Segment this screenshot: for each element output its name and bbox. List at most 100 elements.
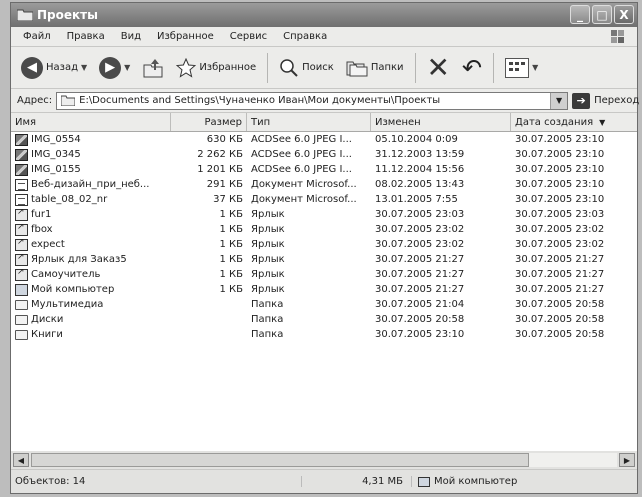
- table-row[interactable]: IMG_0345 2 262 КБ ACDSee 6.0 JPEG I... 31.1…: [11, 147, 637, 162]
- folders-label: Папки: [370, 62, 404, 73]
- maximize-button[interactable]: □: [592, 5, 612, 24]
- delete-x-icon: ✕: [426, 50, 451, 84]
- status-object-count: Объектов: 14: [15, 476, 86, 487]
- file-size: 37 КБ: [213, 194, 243, 205]
- table-row[interactable]: IMG_0155 1 201 КБ ACDSee 6.0 JPEG I... 11.1…: [11, 162, 637, 177]
- file-name-cell[interactable]: IMG_0155: [11, 163, 171, 176]
- favorites-button[interactable]: Избранное: [172, 56, 260, 80]
- table-row[interactable]: Веб-дизайн_при_неб... 291 КБ Документ Micr…: [11, 177, 637, 192]
- title-bar[interactable]: Проекты _ □ X: [11, 3, 637, 27]
- views-button[interactable]: ▼: [501, 56, 542, 80]
- file-modified: 13.01.2005 7:55: [375, 194, 458, 205]
- file-name-cell[interactable]: fur1: [11, 208, 171, 221]
- file-name-cell[interactable]: Веб-дизайн_при_неб...: [11, 178, 171, 191]
- scroll-right-icon[interactable]: ▶: [619, 453, 635, 467]
- menu-help[interactable]: Справка: [275, 31, 335, 42]
- file-modified: 05.10.2004 0:09: [375, 134, 458, 145]
- table-row[interactable]: Книги Папка 30.07.2005 23:10 30.07.2005 20:…: [11, 327, 637, 342]
- file-name-cell[interactable]: Книги: [11, 329, 171, 340]
- chevron-down-icon[interactable]: ▼: [532, 63, 538, 72]
- file-type: Ярлык: [251, 224, 285, 235]
- file-created: 30.07.2005 20:58: [515, 299, 605, 310]
- menu-edit[interactable]: Правка: [59, 31, 113, 42]
- file-name-cell[interactable]: Самоучитель: [11, 268, 171, 281]
- window-title: Проекты: [37, 8, 98, 22]
- menu-file[interactable]: Файл: [15, 31, 59, 42]
- scroll-track[interactable]: [31, 453, 617, 467]
- address-input[interactable]: E:\Documents and Settings\Чуначенко Иван…: [56, 91, 569, 110]
- table-row[interactable]: Мой компьютер 1 КБ Ярлык 30.07.2005 21:27 30…: [11, 282, 637, 297]
- file-name-cell[interactable]: Ярлык для Заказ5: [11, 253, 171, 266]
- folders-button[interactable]: Папки: [342, 57, 408, 79]
- file-modified: 30.07.2005 21:27: [375, 254, 465, 265]
- search-button[interactable]: Поиск: [275, 56, 338, 80]
- back-label: Назад: [46, 62, 79, 73]
- file-created: 30.07.2005 23:10: [515, 164, 605, 175]
- file-modified: 30.07.2005 23:03: [375, 209, 465, 220]
- file-type: Ярлык: [251, 239, 285, 250]
- horizontal-scrollbar[interactable]: ◀ ▶: [11, 451, 637, 469]
- file-name-cell[interactable]: expect: [11, 238, 171, 251]
- file-size: 1 201 КБ: [197, 164, 243, 175]
- file-name: Веб-дизайн_при_неб...: [31, 179, 150, 190]
- file-type: Папка: [251, 299, 284, 310]
- back-button[interactable]: ◀ Назад ▼: [17, 55, 91, 81]
- menu-tools[interactable]: Сервис: [222, 31, 275, 42]
- file-type: Документ Microsof...: [251, 179, 357, 190]
- chevron-down-icon[interactable]: ▼: [81, 63, 87, 72]
- file-name-cell[interactable]: IMG_0345: [11, 148, 171, 161]
- file-name-cell[interactable]: Диски: [11, 314, 171, 325]
- favorites-label: Избранное: [199, 62, 257, 73]
- scroll-left-icon[interactable]: ◀: [13, 453, 29, 467]
- table-row[interactable]: table_08_02_nr 37 КБ Документ Microsof... 1…: [11, 192, 637, 207]
- file-name: Самоучитель: [31, 269, 101, 280]
- file-name-cell[interactable]: IMG_0554: [11, 133, 171, 146]
- table-row[interactable]: Диски Папка 30.07.2005 20:58 30.07.2005 20:…: [11, 312, 637, 327]
- file-modified: 30.07.2005 23:02: [375, 239, 465, 250]
- file-name-cell[interactable]: fbox: [11, 223, 171, 236]
- file-name-cell[interactable]: Мой компьютер: [11, 283, 171, 296]
- go-label: Переход: [594, 95, 640, 106]
- table-row[interactable]: expect 1 КБ Ярлык 30.07.2005 23:02 30.07.200…: [11, 237, 637, 252]
- file-type: Ярлык: [251, 269, 285, 280]
- column-header-type[interactable]: Тип: [247, 113, 371, 131]
- address-path: E:\Documents and Settings\Чуначенко Иван…: [79, 95, 441, 106]
- file-name: Книги: [31, 329, 63, 340]
- file-name: Мультимедиа: [31, 299, 104, 310]
- chevron-down-icon[interactable]: ▼: [124, 63, 130, 72]
- chevron-down-icon[interactable]: ▼: [550, 92, 568, 109]
- forward-button[interactable]: ▶ ▼: [95, 55, 134, 81]
- file-type: Ярлык: [251, 209, 285, 220]
- column-header-size[interactable]: Размер: [171, 113, 247, 131]
- table-row[interactable]: IMG_0554 630 КБ ACDSee 6.0 JPEG I... 05.10.…: [11, 132, 637, 147]
- close-button[interactable]: X: [614, 5, 634, 24]
- file-created: 30.07.2005 20:58: [515, 329, 605, 340]
- menu-favorites[interactable]: Избранное: [149, 31, 222, 42]
- file-modified: 30.07.2005 23:02: [375, 224, 465, 235]
- column-header-modified[interactable]: Изменен: [371, 113, 511, 131]
- folder-icon: [15, 314, 28, 325]
- scroll-thumb[interactable]: [31, 453, 530, 467]
- menu-view[interactable]: Вид: [113, 31, 149, 42]
- toolbar-separator: [267, 52, 269, 83]
- file-created: 30.07.2005 23:02: [515, 224, 605, 235]
- created-header-label: Дата создания: [515, 116, 594, 128]
- file-name: IMG_0155: [31, 164, 81, 175]
- file-name-cell[interactable]: Мультимедиа: [11, 299, 171, 310]
- folder-icon: [61, 95, 76, 106]
- minimize-button[interactable]: _: [570, 5, 590, 24]
- list-header: Имя Размер Тип Изменен Дата создания ▼: [11, 113, 637, 132]
- delete-button[interactable]: ✕: [423, 52, 454, 84]
- table-row[interactable]: fbox 1 КБ Ярлык 30.07.2005 23:02 30.07.2005 …: [11, 222, 637, 237]
- column-header-created[interactable]: Дата создания ▼: [511, 113, 637, 131]
- table-row[interactable]: fur1 1 КБ Ярлык 30.07.2005 23:03 30.07.2005 …: [11, 207, 637, 222]
- undo-button[interactable]: ↶: [458, 52, 486, 84]
- column-header-name[interactable]: Имя: [11, 113, 171, 131]
- table-row[interactable]: Мультимедиа Папка 30.07.2005 21:04 30.07.20…: [11, 297, 637, 312]
- table-row[interactable]: Самоучитель 1 КБ Ярлык 30.07.2005 21:27 30.0…: [11, 267, 637, 282]
- table-row[interactable]: Ярлык для Заказ5 1 КБ Ярлык 30.07.2005 21:2…: [11, 252, 637, 267]
- up-folder-button[interactable]: [138, 55, 168, 81]
- go-button[interactable]: ➔ Переход: [572, 92, 640, 109]
- file-name-cell[interactable]: table_08_02_nr: [11, 193, 171, 206]
- file-size: 1 КБ: [219, 254, 243, 265]
